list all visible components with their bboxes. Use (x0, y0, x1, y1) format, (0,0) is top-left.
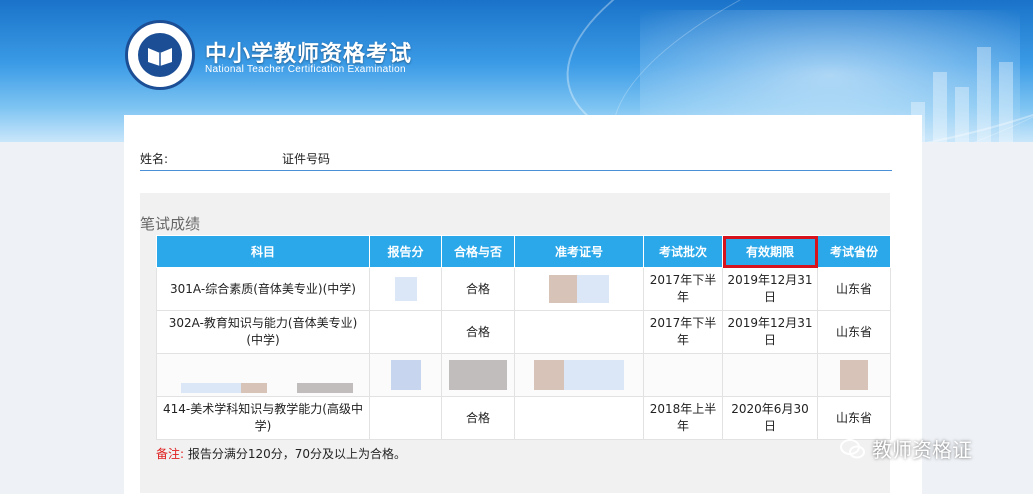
watermark: 教师资格证 (840, 434, 972, 463)
cell-blurred (441, 353, 515, 397)
id-label: 证件号码 (282, 152, 331, 166)
cell-province: 山东省 (817, 310, 891, 354)
cell-pass: 合格 (441, 396, 515, 440)
cell-pass: 合格 (441, 310, 515, 354)
blurred-ticket (564, 360, 624, 390)
cell-valid: 2020年6月30日 (722, 396, 818, 440)
cell-ticket (514, 396, 644, 440)
cell-subject: 414-美术学科知识与教学能力(高级中学) (156, 396, 370, 440)
blurred-text (297, 382, 353, 393)
cell-ticket (514, 310, 644, 354)
main-panel: 姓名: 证件号码 笔试成绩 科目 报告分 合格与否 准考证号 考试批次 有效期限… (124, 115, 922, 494)
cell-subject: 301A-综合素质(音体美专业)(中学) (156, 267, 370, 311)
page-subtitle: National Teacher Certification Examinati… (205, 64, 406, 75)
cell-batch: 2017年下半年 (643, 267, 723, 311)
banner-bars (911, 47, 1013, 142)
col-header-subject: 科目 (156, 235, 370, 268)
cell-batch: 2017年下半年 (643, 310, 723, 354)
blurred-pass (449, 360, 507, 390)
section-title: 笔试成绩 (140, 215, 201, 233)
cell-batch: 2018年上半年 (643, 396, 723, 440)
cell-blurred (817, 353, 891, 397)
blurred-ticket (534, 360, 564, 390)
cell-ticket (514, 267, 644, 311)
col-header-valid: 有效期限 (722, 235, 818, 268)
note-prefix: 备注: (156, 447, 185, 461)
blurred-text (181, 382, 241, 393)
note: 备注: 报告分满分120分，70分及以上为合格。 (156, 445, 406, 462)
user-info-bar: 姓名: 证件号码 (140, 150, 892, 171)
cell-score (369, 310, 442, 354)
blurred-score (390, 360, 421, 390)
cell-pass: 合格 (441, 267, 515, 311)
cell-blurred (156, 353, 370, 397)
redacted-row (156, 353, 891, 397)
col-header-pass: 合格与否 (441, 235, 515, 268)
wechat-icon (840, 438, 865, 458)
score-table: 科目 报告分 合格与否 准考证号 考试批次 有效期限 考试省份 301A-综合素… (156, 235, 891, 440)
table-row: 414-美术学科知识与教学能力(高级中学) 合格 2018年上半年 2020年6… (156, 396, 891, 440)
cell-subject: 302A-教育知识与能力(音体美专业)(中学) (156, 310, 370, 354)
cell-blurred (722, 353, 818, 397)
blurred-text (241, 382, 267, 393)
cell-blurred (514, 353, 644, 397)
table-row: 302A-教育知识与能力(音体美专业)(中学) 合格 2017年下半年 2019… (156, 310, 891, 354)
cell-blurred (643, 353, 723, 397)
cell-score (369, 267, 442, 311)
blurred-score (394, 277, 417, 301)
book-icon (148, 48, 172, 66)
table-row: 301A-综合素质(音体美专业)(中学) 合格 2017年下半年 2019年12… (156, 267, 891, 311)
table-header-row: 科目 报告分 合格与否 准考证号 考试批次 有效期限 考试省份 (156, 235, 891, 268)
name-label: 姓名: (140, 152, 169, 166)
col-header-batch: 考试批次 (643, 235, 723, 268)
cell-blurred (369, 353, 442, 397)
exam-logo (125, 20, 195, 90)
col-header-province: 考试省份 (817, 235, 891, 268)
col-header-score: 报告分 (369, 235, 442, 268)
blurred-ticket (577, 275, 609, 303)
cell-valid: 2019年12月31日 (722, 267, 818, 311)
blurred-ticket (549, 275, 577, 303)
col-header-ticket: 准考证号 (514, 235, 644, 268)
cell-valid: 2019年12月31日 (722, 310, 818, 354)
note-text: 报告分满分120分，70分及以上为合格。 (187, 447, 407, 461)
cell-province: 山东省 (817, 267, 891, 311)
watermark-text: 教师资格证 (872, 438, 972, 462)
blurred-province (840, 360, 868, 390)
cell-score (369, 396, 442, 440)
